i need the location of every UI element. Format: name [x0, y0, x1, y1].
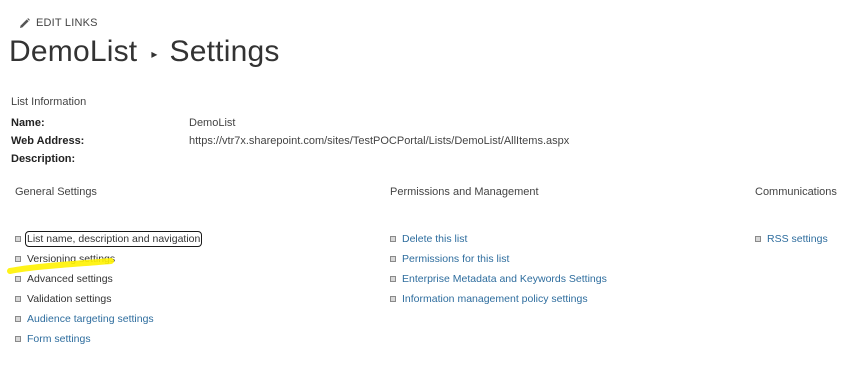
delete-this-list-link[interactable]: Delete this list: [402, 233, 467, 245]
breadcrumb-list-link[interactable]: DemoList: [9, 35, 137, 69]
edit-links-button[interactable]: EDIT LINKS: [19, 17, 98, 29]
list-item: Delete this list: [390, 229, 607, 249]
info-key: Name:: [11, 117, 45, 129]
pencil-icon: [20, 17, 30, 28]
bullet-icon: [390, 236, 396, 242]
general-settings-heading: General Settings: [15, 186, 97, 198]
list-item: Enterprise Metadata and Keywords Setting…: [390, 269, 607, 289]
versioning-settings-link[interactable]: Versioning settings: [27, 253, 115, 265]
list-item: Versioning settings: [15, 249, 200, 269]
permissions-management-list: Delete this list Permissions for this li…: [390, 229, 607, 309]
bullet-icon: [15, 336, 21, 342]
info-row-name: Name: DemoList: [11, 117, 235, 129]
bullet-icon: [390, 276, 396, 282]
info-row-web-address: Web Address: https://vtr7x.sharepoint.co…: [11, 135, 569, 147]
rss-settings-link[interactable]: RSS settings: [767, 233, 828, 245]
list-item: Form settings: [15, 329, 200, 349]
info-value: DemoList: [189, 117, 236, 129]
page-title: DemoList ▸ Settings: [9, 35, 280, 69]
list-item: List name, description and navigation: [15, 229, 203, 249]
audience-targeting-settings-link[interactable]: Audience targeting settings: [27, 313, 154, 325]
breadcrumb-current-page: Settings: [169, 35, 280, 68]
advanced-settings-link[interactable]: Advanced settings: [27, 273, 113, 285]
list-information-heading: List Information: [11, 96, 87, 108]
list-item: RSS settings: [755, 229, 828, 249]
list-item: Permissions for this list: [390, 249, 607, 269]
bullet-icon: [390, 296, 396, 302]
form-settings-link[interactable]: Form settings: [27, 333, 91, 345]
list-item: Audience targeting settings: [15, 309, 200, 329]
bullet-icon: [755, 236, 761, 242]
info-row-description: Description:: [11, 153, 189, 165]
permissions-for-this-list-link[interactable]: Permissions for this list: [402, 253, 509, 265]
communications-heading: Communications: [755, 186, 837, 198]
info-key: Web Address:: [11, 135, 85, 147]
list-item: Information management policy settings: [390, 289, 607, 309]
info-value: https://vtr7x.sharepoint.com/sites/TestP…: [189, 135, 570, 147]
edit-links-label: EDIT LINKS: [36, 17, 98, 29]
list-item: Advanced settings: [15, 269, 200, 289]
bullet-icon: [15, 236, 21, 242]
bullet-icon: [15, 316, 21, 322]
bullet-icon: [390, 256, 396, 262]
general-settings-list: List name, description and navigation Ve…: [15, 229, 203, 349]
info-key: Description:: [11, 153, 76, 165]
bullet-icon: [15, 256, 21, 262]
enterprise-metadata-keywords-settings-link[interactable]: Enterprise Metadata and Keywords Setting…: [402, 273, 607, 285]
permissions-management-heading: Permissions and Management: [390, 186, 539, 198]
communications-list: RSS settings: [755, 229, 828, 249]
information-management-policy-settings-link[interactable]: Information management policy settings: [402, 293, 588, 305]
bullet-icon: [15, 276, 21, 282]
bullet-icon: [15, 296, 21, 302]
validation-settings-link[interactable]: Validation settings: [27, 293, 111, 305]
list-name-description-navigation-link[interactable]: List name, description and navigation: [24, 231, 203, 247]
breadcrumb-separator-icon: ▸: [151, 47, 158, 61]
list-item: Validation settings: [15, 289, 200, 309]
